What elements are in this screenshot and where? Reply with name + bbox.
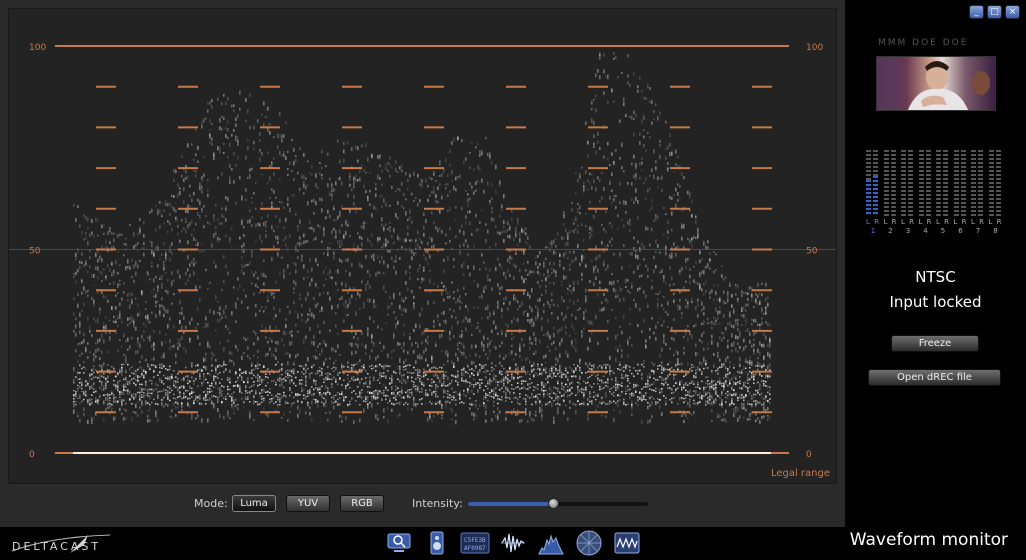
intensity-slider-fill [468,502,553,506]
logo-text: DELTACAST [12,540,102,553]
intensity-slider-knob[interactable] [547,498,559,509]
minimize-button[interactable]: _ [969,5,984,19]
meter-bar [995,150,1001,216]
meter-channel-number[interactable]: 7 [970,227,986,235]
monitor-icon[interactable] [386,530,412,556]
video-thumbnail [876,56,996,111]
meter-bar [936,150,941,216]
waveform-graph: 100 100 50 50 0 0 [9,43,836,460]
meter-bar [873,150,878,216]
mode-label: Mode: [194,497,228,510]
audio-channel-3: L R3 [900,150,916,240]
meter-bar [971,150,976,216]
mode-luma-button[interactable]: Luma [232,495,276,512]
bottom-bar: DELTACAST C5FE3B AF0987 Waveform monitor [0,527,1026,560]
audio-channel-8: L R8 [988,150,1004,240]
meter-channel-number[interactable]: 1 [865,227,881,235]
meter-level [866,180,871,216]
meter-bar [908,150,913,216]
intensity-slider[interactable] [468,498,648,509]
meter-bar [901,150,906,216]
meter-bar [883,150,889,216]
meter-bar [918,150,924,216]
side-panel: _ □ × MMM DOE DOE L R1L R2L R3L R4L R5L … [845,0,1026,527]
waveform-trace [73,52,771,425]
meter-channel-number[interactable]: 2 [883,227,899,235]
meter-lr-label: L R [971,218,985,226]
meter-channel-number[interactable]: 6 [953,227,969,235]
audio-meters: L R1L R2L R3L R4L R5L R6L R7L R8 [865,150,1005,240]
meter-channel-number[interactable]: 4 [918,227,934,235]
maximize-button[interactable]: □ [987,5,1002,19]
audio-wave-icon[interactable] [500,530,526,556]
meter-channel-number[interactable]: 3 [900,227,916,235]
meter-bar [978,150,983,216]
meter-bar [890,150,896,216]
main-panel: 100 100 50 50 0 0 Legal range Mode: Luma YUV … [0,0,845,527]
hex-data-icon[interactable]: C5FE3B AF0987 [460,530,490,556]
mode-yuv-button[interactable]: YUV [286,495,330,512]
meter-channel-number[interactable]: 8 [988,227,1004,235]
input-status: Input locked [889,293,982,311]
meter-level [873,176,878,216]
histogram-icon[interactable] [538,530,564,556]
meter-bar [988,150,994,216]
page-title: Waveform monitor [849,530,1008,550]
meter-bar [960,150,966,216]
meter-lr-label: L R [883,218,898,226]
audio-channel-5: L R5 [935,150,951,240]
meter-lr-label: L R [953,218,968,226]
scale-label-right: 100 [806,43,823,53]
meter-bar [925,150,931,216]
scale-label-left: 0 [29,450,35,460]
waveform-icon[interactable] [614,530,640,556]
audio-channel-1: L R1 [865,150,881,240]
open-drec-file-button[interactable]: Open dREC file [868,369,1001,386]
thumbnail-image [877,57,990,110]
waveform-display: 100 100 50 50 0 0 Legal range [8,8,837,484]
scale-label-left: 100 [29,43,46,53]
meter-channel-number[interactable]: 5 [935,227,951,235]
meter-lr-label: L R [988,218,1003,226]
meter-lr-label: L R [936,218,950,226]
vectorscope-icon[interactable] [574,530,604,556]
freeze-button[interactable]: Freeze [891,335,979,352]
meter-bar [943,150,948,216]
meter-bar [953,150,959,216]
audio-channel-2: L R2 [883,150,899,240]
close-button[interactable]: × [1005,5,1020,19]
thumbnail-caption: MMM DOE DOE [878,38,969,48]
meter-lr-label: L R [866,218,880,226]
speaker-icon[interactable] [424,530,450,556]
mode-rgb-button[interactable]: RGB [340,495,384,512]
scale-label-left: 50 [29,247,41,257]
audio-channel-7: L R7 [970,150,986,240]
legal-range-label: Legal range [770,468,830,479]
scale-label-right: 0 [806,450,812,460]
mode-bar: Mode: Luma YUV RGB Intensity: [0,490,845,520]
scale-label-right: 50 [806,247,818,257]
audio-channel-6: L R6 [953,150,969,240]
intensity-label: Intensity: [412,497,463,510]
audio-channel-4: L R4 [918,150,934,240]
meter-bar [866,150,871,216]
meter-lr-label: L R [918,218,933,226]
video-standard: NTSC [915,268,956,286]
meter-lr-label: L R [901,218,915,226]
deltacast-logo: DELTACAST [10,531,120,557]
